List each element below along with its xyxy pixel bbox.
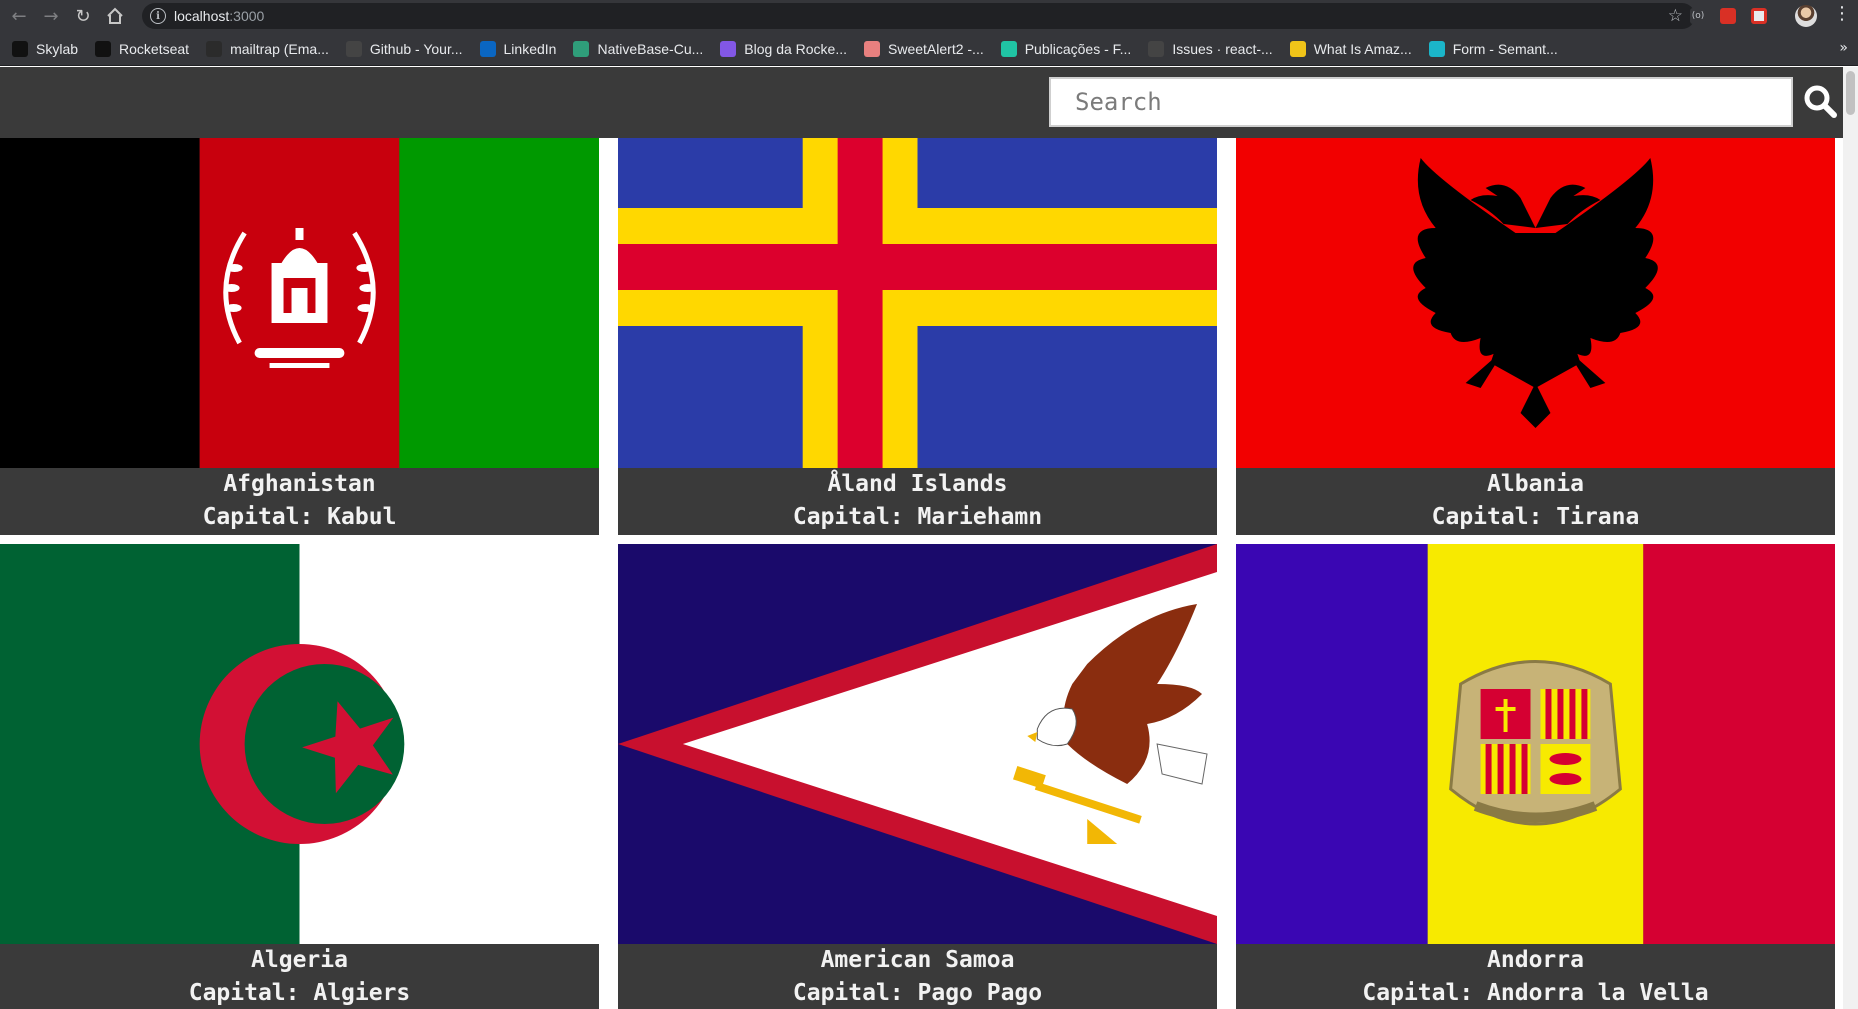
bookmark-item[interactable]: Skylab xyxy=(12,40,79,57)
extension-icon[interactable]: (o) xyxy=(1690,8,1706,24)
diamond-icon xyxy=(1000,40,1017,57)
country-name: American Samoa xyxy=(820,947,1015,973)
country-name: Åland Islands xyxy=(827,471,1008,497)
more-bookmarks-icon[interactable]: » xyxy=(1839,40,1848,56)
afghanistan-flag xyxy=(0,138,599,468)
page-scrollbar[interactable] xyxy=(1843,67,1858,1009)
aland-islands-flag xyxy=(618,138,1217,468)
home-icon[interactable] xyxy=(102,3,128,29)
bookmark-item[interactable]: Issues · react-... xyxy=(1148,40,1273,57)
bookmarks-bar: Skylab Rocketseat mailtrap (Ema... Github -… xyxy=(0,32,1858,66)
skylab-icon xyxy=(12,40,28,57)
country-card[interactable]: Afghanistan Capital: Kabul xyxy=(0,138,599,535)
country-card[interactable]: Albania Capital: Tirana xyxy=(1236,138,1835,535)
country-capital: Capital: Kabul xyxy=(202,504,397,530)
profile-avatar[interactable] xyxy=(1795,5,1817,27)
bookmark-item[interactable]: Github - Your... xyxy=(345,40,463,57)
country-capital: Capital: Mariehamn xyxy=(792,504,1043,530)
country-capital: Capital: Pago Pago xyxy=(792,980,1043,1006)
country-grid: Afghanistan Capital: Kabul Åland Islands… xyxy=(0,138,1843,1009)
bookmark-item[interactable]: Rocketseat xyxy=(95,40,190,57)
sweetalert-icon xyxy=(864,40,881,57)
algeria-flag xyxy=(0,544,599,944)
extension-icon[interactable] xyxy=(1720,8,1736,24)
country-name: Algeria xyxy=(251,947,348,973)
github-icon xyxy=(1148,40,1165,57)
bookmark-item[interactable]: LinkedIn xyxy=(479,40,557,57)
country-capital: Capital: Algiers xyxy=(188,980,411,1006)
react-icon xyxy=(1428,40,1445,57)
country-card[interactable]: Åland Islands Capital: Mariehamn xyxy=(618,138,1217,535)
bookmark-label: Rocketseat xyxy=(119,40,190,57)
country-capital: Capital: Andorra la Vella xyxy=(1362,980,1709,1006)
github-icon xyxy=(345,40,362,57)
country-card[interactable]: Algeria Capital: Algiers xyxy=(0,544,599,1009)
bookmark-label: Form - Semant... xyxy=(1452,40,1558,57)
aws-icon xyxy=(1289,40,1306,57)
rocketseat-blog-icon xyxy=(720,40,737,57)
bookmark-label: Blog da Rocke... xyxy=(744,40,848,57)
country-capital: Capital: Tirana xyxy=(1431,504,1640,530)
bookmark-label: LinkedIn xyxy=(503,40,557,57)
country-name: Andorra xyxy=(1487,947,1584,973)
bookmark-item[interactable]: NativeBase-Cu... xyxy=(573,40,704,57)
app-header xyxy=(0,67,1858,138)
albania-flag xyxy=(1236,138,1835,468)
address-url[interactable]: localhost:3000 xyxy=(174,8,264,24)
bookmark-label: SweetAlert2 -... xyxy=(888,40,984,57)
bookmark-label: Issues · react-... xyxy=(1172,40,1273,57)
forward-arrow-icon[interactable]: → xyxy=(38,3,64,29)
country-card[interactable]: Andorra Capital: Andorra la Vella xyxy=(1236,544,1835,1009)
country-card[interactable]: American Samoa Capital: Pago Pago xyxy=(618,544,1217,1009)
bookmark-item[interactable]: Blog da Rocke... xyxy=(720,40,848,57)
bookmark-item[interactable]: What Is Amaz... xyxy=(1289,40,1412,57)
site-info-icon[interactable]: i xyxy=(150,8,166,24)
linkedin-icon xyxy=(479,40,496,57)
american-samoa-flag xyxy=(618,544,1217,944)
search-input[interactable] xyxy=(1049,77,1793,127)
bookmark-label: Publicações - F... xyxy=(1024,40,1132,57)
rocketseat-icon xyxy=(95,40,112,57)
browser-menu-icon[interactable]: ⋮ xyxy=(1833,4,1851,24)
country-name: Albania xyxy=(1487,471,1584,497)
bookmark-label: What Is Amaz... xyxy=(1313,40,1412,57)
extension-icon[interactable] xyxy=(1751,8,1767,24)
bookmark-item[interactable]: Form - Semant... xyxy=(1428,40,1558,57)
bookmark-item[interactable]: mailtrap (Ema... xyxy=(206,40,329,57)
country-name: Afghanistan xyxy=(223,471,376,497)
bookmark-label: mailtrap (Ema... xyxy=(230,40,329,57)
bookmark-label: Skylab xyxy=(36,40,79,57)
address-bar[interactable]: i localhost:3000 ☆ xyxy=(142,3,1695,29)
bookmark-item[interactable]: SweetAlert2 -... xyxy=(864,40,984,57)
scrollbar-thumb[interactable] xyxy=(1846,71,1855,115)
nativebase-icon xyxy=(573,40,590,57)
bookmark-item[interactable]: Publicações - F... xyxy=(1000,40,1132,57)
bookmark-label: NativeBase-Cu... xyxy=(597,40,704,57)
page: Afghanistan Capital: Kabul Åland Islands… xyxy=(0,67,1858,1009)
andorra-flag xyxy=(1236,544,1835,944)
search-icon[interactable] xyxy=(1800,79,1840,123)
bookmark-label: Github - Your... xyxy=(369,40,463,57)
back-arrow-icon[interactable]: ← xyxy=(6,3,32,29)
browser-toolbar: ← → ↻ i localhost:3000 ☆ (o) ⋮ xyxy=(0,0,1858,32)
reload-icon[interactable]: ↻ xyxy=(70,3,96,29)
mailtrap-icon xyxy=(206,40,223,57)
bookmark-star-icon[interactable]: ☆ xyxy=(1668,6,1683,26)
